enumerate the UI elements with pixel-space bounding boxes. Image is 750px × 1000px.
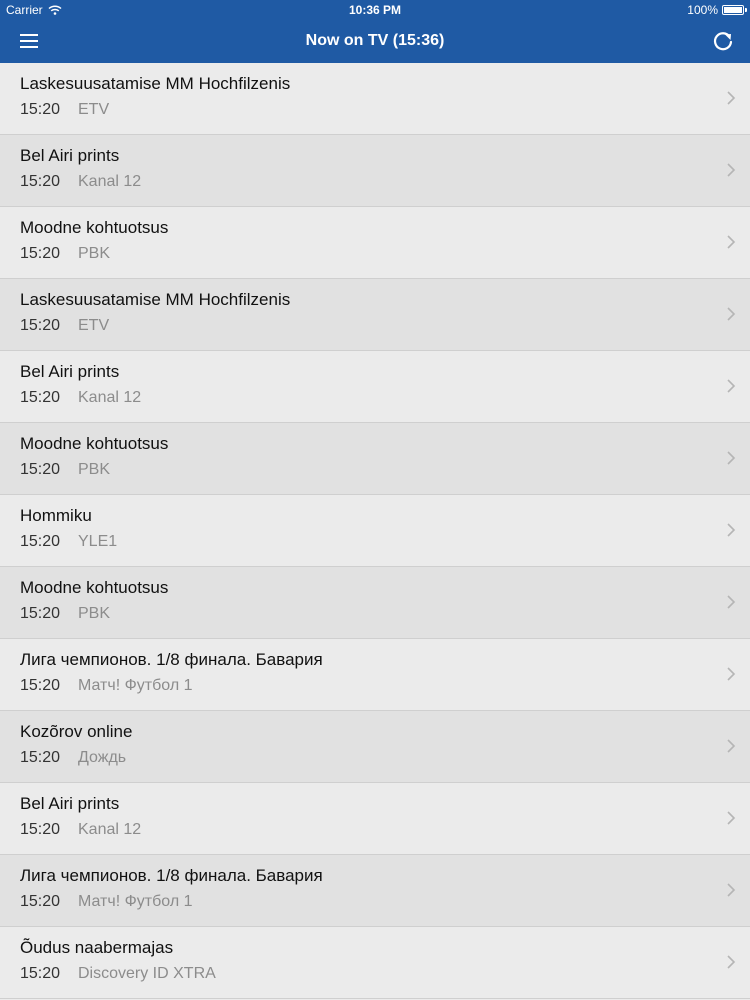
- program-channel: Матч! Футбол 1: [78, 677, 193, 694]
- chevron-right-icon: [727, 739, 736, 753]
- program-title: Kozõrov online: [20, 722, 133, 741]
- program-title: Bel Airi prints: [20, 794, 120, 813]
- program-time: 15:20: [20, 461, 61, 478]
- program-time: 15:20: [20, 317, 61, 334]
- program-channel: PBK: [78, 245, 111, 262]
- program-channel: Kanal 12: [78, 173, 142, 190]
- status-bar: Carrier 10:36 PM 100%: [0, 0, 750, 20]
- program-channel: YLE1: [78, 533, 118, 550]
- program-time: 15:20: [20, 389, 61, 406]
- refresh-button[interactable]: [708, 26, 738, 56]
- battery-percent: 100%: [687, 3, 718, 17]
- program-channel: Kanal 12: [78, 821, 142, 838]
- program-channel: Discovery ID XTRA: [78, 965, 216, 982]
- program-title: Bel Airi prints: [20, 362, 120, 381]
- battery-icon: [722, 5, 747, 15]
- program-list: Laskesuusatamise MM Hochfilzenis 15:20 ETV…: [0, 63, 750, 999]
- program-row[interactable]: Laskesuusatamise MM Hochfilzenis 15:20 ETV: [0, 63, 750, 135]
- program-row[interactable]: Moodne kohtuotsus 15:20 PBK: [0, 207, 750, 279]
- program-row[interactable]: Bel Airi prints 15:20 Kanal 12: [0, 783, 750, 855]
- program-title: Moodne kohtuotsus: [20, 434, 169, 453]
- app-screen: Carrier 10:36 PM 100% Now on TV (15:36): [0, 0, 750, 1000]
- program-title: Bel Airi prints: [20, 146, 120, 165]
- program-channel: Kanal 12: [78, 389, 142, 406]
- program-title: Hommiku: [20, 506, 92, 525]
- navigation-bar: Now on TV (15:36): [0, 20, 750, 63]
- program-channel: PBK: [78, 461, 111, 478]
- program-row[interactable]: Bel Airi prints 15:20 Kanal 12: [0, 135, 750, 207]
- chevron-right-icon: [727, 307, 736, 321]
- program-title: Laskesuusatamise MM Hochfilzenis: [20, 74, 291, 93]
- chevron-right-icon: [727, 955, 736, 969]
- program-channel: PBK: [78, 605, 111, 622]
- program-time: 15:20: [20, 821, 61, 838]
- battery-fill: [724, 7, 742, 13]
- chevron-right-icon: [727, 451, 736, 465]
- program-title: Laskesuusatamise MM Hochfilzenis: [20, 290, 291, 309]
- program-time: 15:20: [20, 245, 61, 262]
- program-row[interactable]: Hommiku 15:20 YLE1: [0, 495, 750, 567]
- battery-indicator: 100%: [687, 3, 747, 17]
- program-time: 15:20: [20, 605, 61, 622]
- chevron-right-icon: [727, 235, 736, 249]
- program-channel: ETV: [78, 317, 110, 334]
- program-time: 15:20: [20, 965, 61, 982]
- program-title: Лига чемпионов. 1/8 финала. Бавария: [20, 650, 323, 669]
- program-title: Õudus naabermajas: [20, 938, 174, 957]
- program-channel: Дождь: [78, 749, 127, 766]
- program-row[interactable]: Moodne kohtuotsus 15:20 PBK: [0, 423, 750, 495]
- page-title: Now on TV (15:36): [305, 32, 445, 49]
- chevron-right-icon: [727, 595, 736, 609]
- refresh-icon: [713, 32, 733, 51]
- chevron-right-icon: [727, 523, 736, 537]
- chevron-right-icon: [727, 883, 736, 897]
- program-time: 15:20: [20, 533, 61, 550]
- chevron-right-icon: [727, 811, 736, 825]
- program-row[interactable]: Bel Airi prints 15:20 Kanal 12: [0, 351, 750, 423]
- program-channel: Матч! Футбол 1: [78, 893, 193, 910]
- program-row[interactable]: Õudus naabermajas 15:20 Discovery ID XTRA: [0, 927, 750, 999]
- chevron-right-icon: [727, 163, 736, 177]
- chevron-right-icon: [727, 379, 736, 393]
- program-row[interactable]: Kozõrov online 15:20 Дождь: [0, 711, 750, 783]
- program-row[interactable]: Лига чемпионов. 1/8 финала. Бавария 15:20…: [0, 639, 750, 711]
- program-time: 15:20: [20, 101, 61, 118]
- program-time: 15:20: [20, 173, 61, 190]
- chevron-right-icon: [727, 667, 736, 681]
- program-time: 15:20: [20, 893, 61, 910]
- program-row[interactable]: Moodne kohtuotsus 15:20 PBK: [0, 567, 750, 639]
- program-channel: ETV: [78, 101, 110, 118]
- program-title: Moodne kohtuotsus: [20, 578, 169, 597]
- program-row[interactable]: Лига чемпионов. 1/8 финала. Бавария 15:20…: [0, 855, 750, 927]
- program-title: Moodne kohtuotsus: [20, 218, 169, 237]
- program-time: 15:20: [20, 677, 61, 694]
- chevron-right-icon: [727, 91, 736, 105]
- program-title: Лига чемпионов. 1/8 финала. Бавария: [20, 866, 323, 885]
- program-row[interactable]: Laskesuusatamise MM Hochfilzenis 15:20 ETV: [0, 279, 750, 351]
- status-time: 10:36 PM: [348, 3, 402, 17]
- program-time: 15:20: [20, 749, 61, 766]
